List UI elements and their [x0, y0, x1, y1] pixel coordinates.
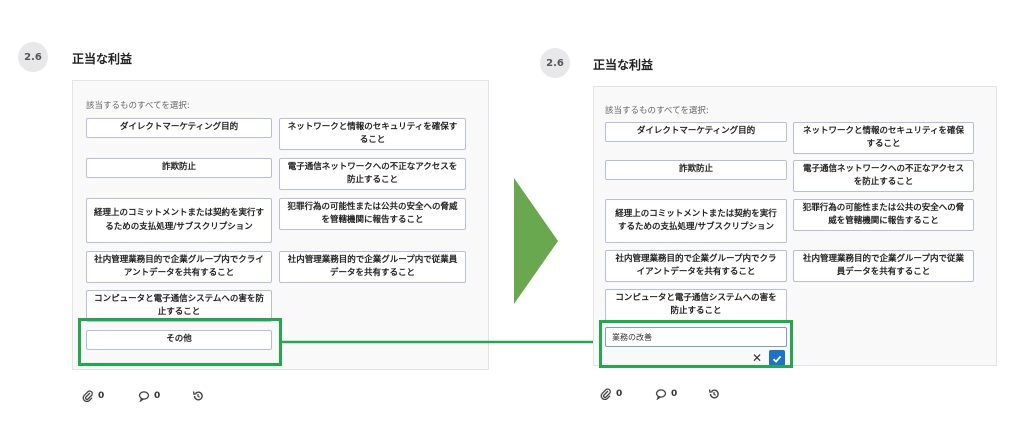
section-title: 正当な利益: [72, 52, 133, 66]
option-report-crime[interactable]: 犯罪行為の可能性または公共の安全への脅威を管轄機関に報告すること: [793, 199, 974, 231]
history-icon: [708, 388, 720, 400]
section-number: 2.6: [24, 51, 42, 63]
paperclip-icon: [600, 388, 612, 400]
comment-icon: [655, 388, 667, 400]
highlight-box-other-input: [599, 320, 793, 368]
connector-arrow-icon: [282, 337, 604, 347]
option-client-data-sharing[interactable]: 社内管理業務目的で企業グループ内でクライアントデータを共有すること: [605, 250, 787, 282]
option-report-crime[interactable]: 犯罪行為の可能性または公共の安全への脅威を管轄機関に報告すること: [279, 198, 466, 230]
option-system-harm-prevention[interactable]: コンピュータと電子通信システムへの害を防止すること: [605, 289, 787, 321]
transition-arrow-icon: [514, 178, 558, 304]
comment-count: 0: [671, 389, 678, 399]
section-title: 正当な利益: [593, 58, 654, 72]
option-direct-marketing[interactable]: ダイレクトマーケティング目的: [605, 122, 787, 142]
attachment-count: 0: [616, 389, 623, 399]
comment-counter[interactable]: 0: [655, 388, 677, 400]
option-client-data-sharing[interactable]: 社内管理業務目的で企業グループ内でクライアントデータを共有すること: [86, 251, 272, 283]
option-direct-marketing[interactable]: ダイレクトマーケティング目的: [86, 118, 272, 138]
option-employee-data-sharing[interactable]: 社内管理業務目的で企業グループ内で従業員データを共有すること: [279, 251, 466, 283]
history-icon: [192, 390, 204, 402]
comment-icon: [138, 390, 150, 402]
comment-count: 0: [154, 391, 161, 401]
option-unauthorized-access[interactable]: 電子通信ネットワークへの不正なアクセスを防止すること: [279, 158, 466, 190]
select-all-hint: 該当するものすべてを選択:: [605, 106, 709, 116]
attachment-counter[interactable]: 0: [82, 390, 104, 402]
option-employee-data-sharing[interactable]: 社内管理業務目的で企業グループ内で従業員データを共有すること: [793, 250, 974, 282]
option-fraud-prevention[interactable]: 詐欺防止: [86, 158, 272, 178]
option-network-security[interactable]: ネットワークと情報のセキュリティを確保すること: [793, 122, 974, 154]
comment-counter[interactable]: 0: [138, 390, 160, 402]
history-button[interactable]: [708, 388, 720, 400]
history-button[interactable]: [192, 390, 204, 402]
option-fraud-prevention[interactable]: 詐欺防止: [605, 160, 787, 180]
section-number-badge: 2.6: [18, 42, 48, 72]
paperclip-icon: [82, 390, 94, 402]
attachment-counter[interactable]: 0: [600, 388, 622, 400]
attachment-count: 0: [98, 391, 105, 401]
option-payment-processing[interactable]: 経理上のコミットメントまたは契約を実行するための支払処理/サブスクリプション: [86, 198, 272, 243]
option-unauthorized-access[interactable]: 電子通信ネットワークへの不正なアクセスを防止すること: [793, 160, 974, 192]
highlight-box-other: [78, 318, 282, 366]
option-payment-processing[interactable]: 経理上のコミットメントまたは契約を実行するための支払処理/サブスクリプション: [605, 199, 787, 243]
section-number: 2.6: [546, 57, 564, 69]
option-network-security[interactable]: ネットワークと情報のセキュリティを確保すること: [279, 118, 466, 150]
section-number-badge: 2.6: [540, 48, 570, 78]
select-all-hint: 該当するものすべてを選択:: [86, 101, 190, 111]
